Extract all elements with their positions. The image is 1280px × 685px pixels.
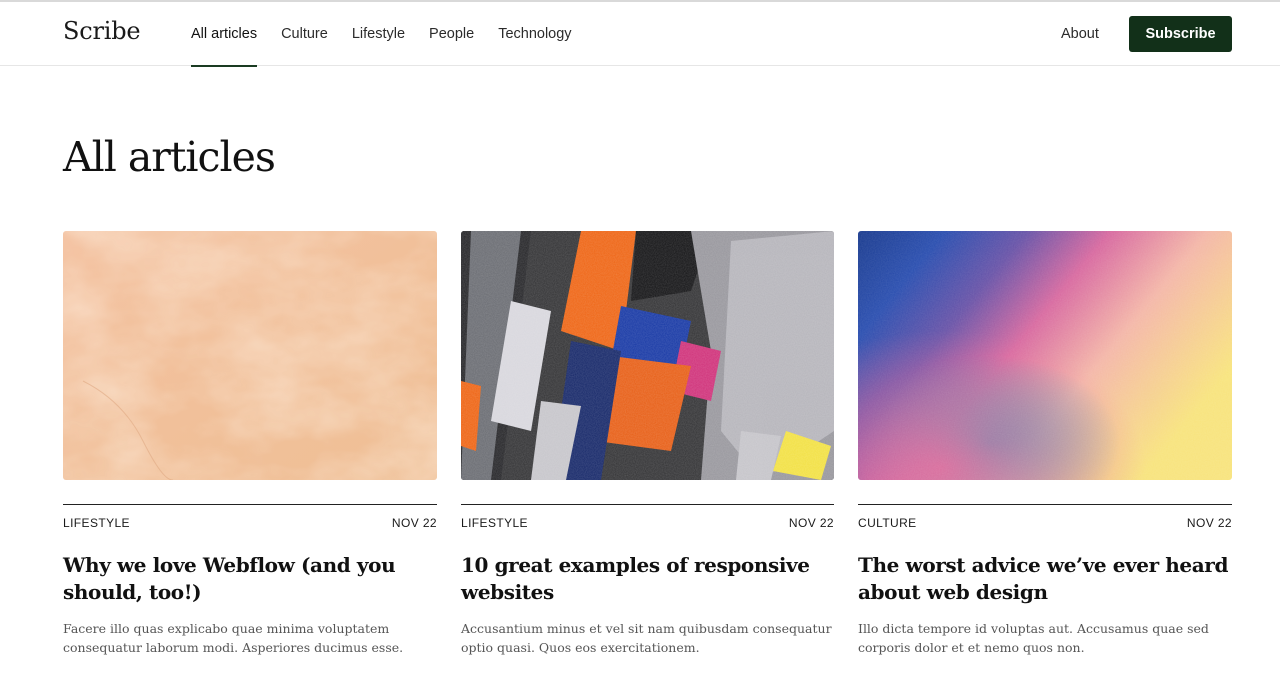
article-image-peach-marble[interactable] [63, 231, 437, 480]
article-card[interactable]: LIFESTYLE NOV 22 Why we love Webflow (an… [63, 231, 437, 657]
article-category[interactable]: LIFESTYLE [63, 516, 130, 530]
main-nav: All articles Culture Lifestyle People Te… [191, 2, 596, 67]
site-header: Scribe All articles Culture Lifestyle Pe… [0, 2, 1280, 67]
article-category[interactable]: CULTURE [858, 516, 917, 530]
article-image-abstract-strokes[interactable] [461, 231, 834, 480]
article-image-color-gradient[interactable] [858, 231, 1232, 480]
article-excerpt: Accusantium minus et vel sit nam quibusd… [461, 621, 832, 655]
article-date: NOV 22 [391, 516, 437, 530]
article-date: NOV 22 [788, 516, 834, 530]
brand-logo[interactable]: Scribe [63, 17, 141, 45]
article-date: NOV 22 [1186, 516, 1232, 530]
nav-people[interactable]: People [429, 2, 474, 66]
article-meta: LIFESTYLE NOV 22 [461, 504, 834, 530]
nav-technology[interactable]: Technology [498, 2, 571, 66]
subscribe-button[interactable]: Subscribe [1129, 16, 1232, 52]
nav-all-articles[interactable]: All articles [191, 2, 258, 67]
article-card[interactable]: LIFESTYLE NOV 22 10 great examples of re… [461, 231, 834, 657]
article-card[interactable]: CULTURE NOV 22 The worst advice we’ve ev… [858, 231, 1232, 657]
article-meta: CULTURE NOV 22 [858, 504, 1232, 530]
page-title: All articles [63, 133, 276, 181]
article-title[interactable]: Why we love Webflow (and you should, too… [63, 552, 437, 606]
article-title[interactable]: The worst advice we’ve ever heard about … [858, 552, 1232, 606]
nav-lifestyle[interactable]: Lifestyle [352, 2, 405, 66]
article-meta: LIFESTYLE NOV 22 [63, 504, 437, 530]
nav-culture[interactable]: Culture [281, 2, 328, 66]
article-excerpt: Illo dicta tempore id voluptas aut. Accu… [858, 621, 1209, 655]
article-excerpt: Facere illo quas explicabo quae minima v… [63, 621, 404, 655]
nav-about[interactable]: About [1061, 2, 1099, 66]
article-category[interactable]: LIFESTYLE [461, 516, 528, 530]
article-title[interactable]: 10 great examples of responsive websites [461, 552, 834, 606]
